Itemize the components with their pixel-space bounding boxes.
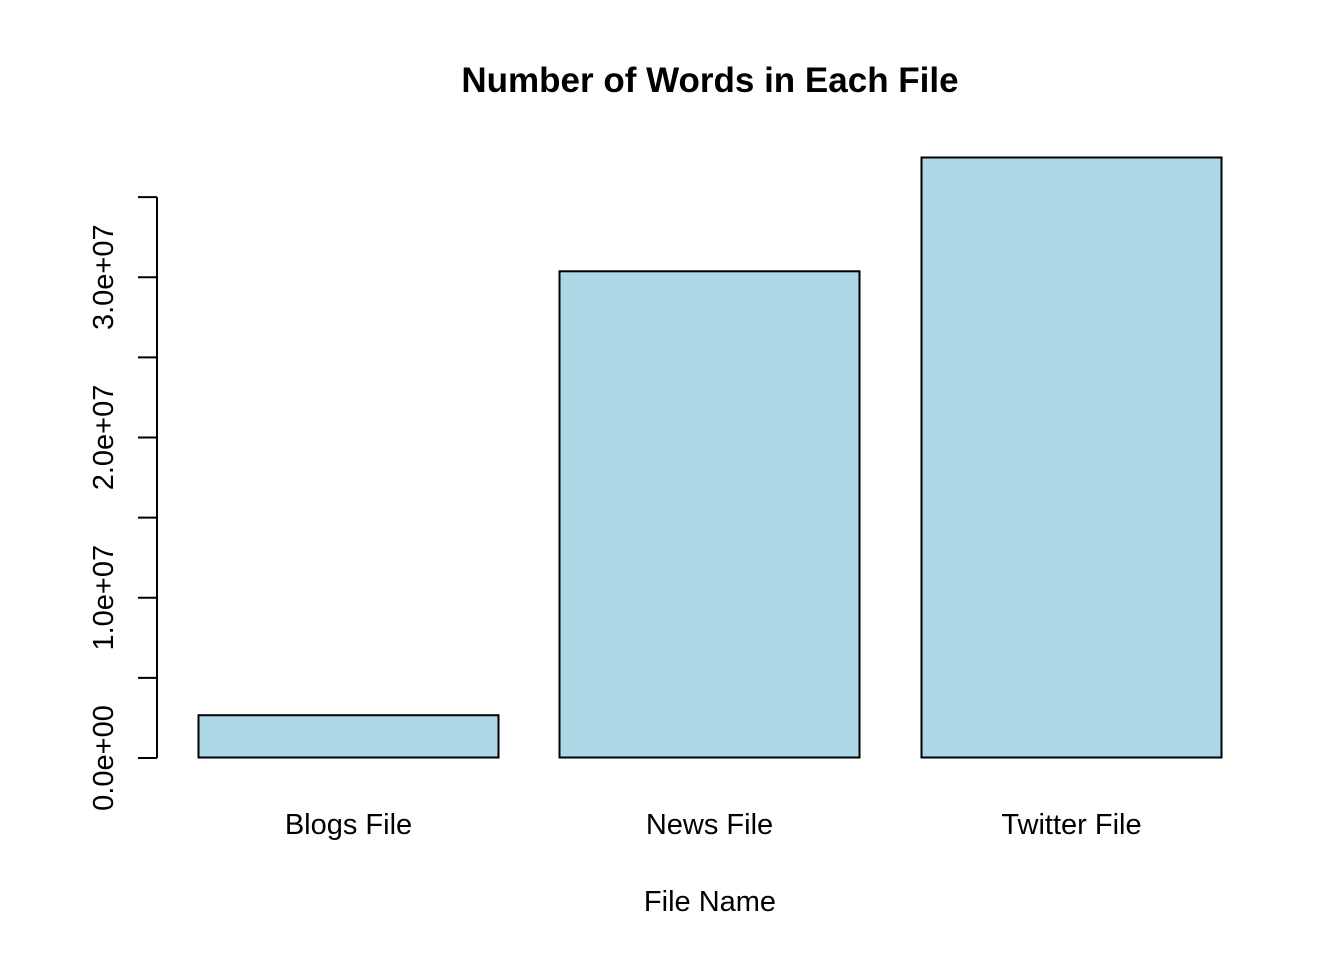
bar-chart: Number of Words in Each File 0.0e+00 1.0e…	[88, 61, 1223, 918]
bars-group	[197, 156, 1223, 759]
bar	[558, 270, 861, 759]
x-axis-label: File Name	[644, 886, 776, 918]
y-tick-label: 2.0e+07	[88, 385, 120, 491]
chart-title: Number of Words in Each File	[461, 61, 958, 100]
y-tick-label: 1.0e+07	[88, 545, 120, 651]
x-category-label: Blogs File	[285, 809, 412, 841]
bar	[197, 714, 500, 759]
x-category-labels: Blogs File News File Twitter File	[285, 809, 1142, 841]
y-tick-label: 3.0e+07	[88, 224, 120, 330]
y-axis: 0.0e+00 1.0e+07 2.0e+07 3.0e+07	[88, 196, 158, 811]
chart-root: Number of Words in Each File 0.0e+00 1.0e…	[0, 0, 1344, 960]
bar	[920, 156, 1223, 759]
x-category-label: Twitter File	[1001, 809, 1141, 841]
y-tick-label: 0.0e+00	[88, 705, 120, 811]
x-category-label: News File	[646, 809, 773, 841]
